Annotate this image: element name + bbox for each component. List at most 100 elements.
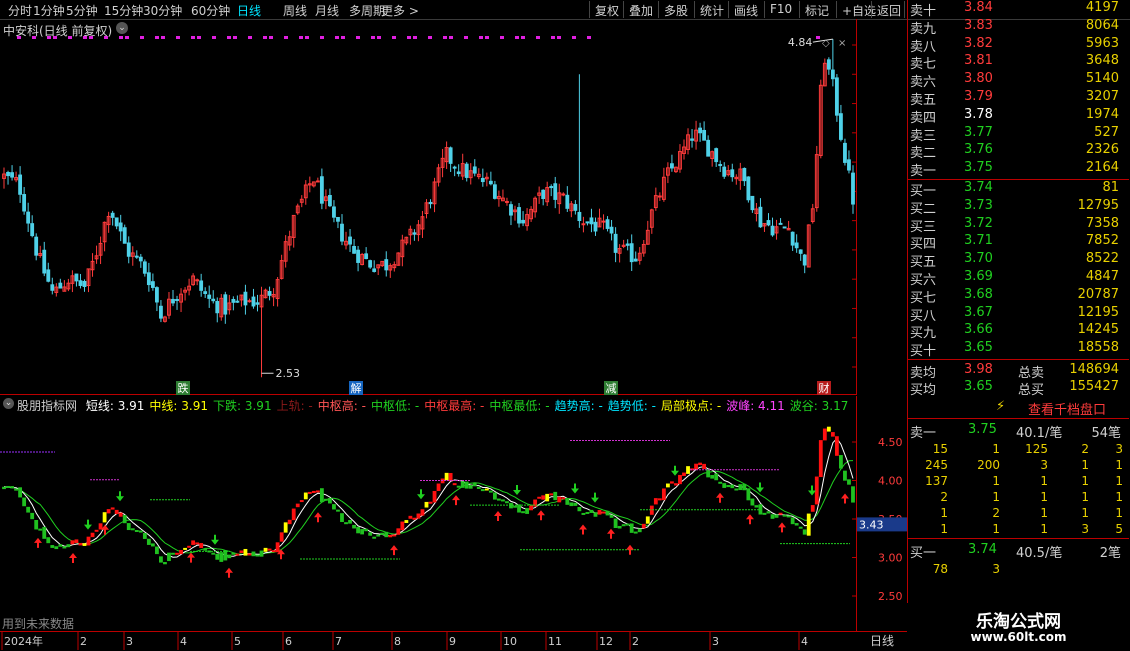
candle-body <box>589 217 594 225</box>
indicator-bar <box>657 498 662 501</box>
candlestick-chart[interactable]: 4.804.604.404.204.003.803.603.403.203.00… <box>0 19 857 395</box>
ind-axis-label: 3.00 <box>878 552 903 565</box>
candle-body <box>633 258 638 262</box>
ask-row[interactable]: 卖六 3.80 5140 <box>908 71 1129 90</box>
chevron-down-icon[interactable]: ⌄ <box>3 398 14 409</box>
chevron-down-icon[interactable]: ⌄ <box>116 22 128 34</box>
toolbar-item-5[interactable]: 60分钟 <box>191 2 230 19</box>
ask-row[interactable]: 卖八 3.82 5963 <box>908 36 1129 55</box>
period-label[interactable]: 日线 <box>857 631 907 650</box>
candle-body <box>766 220 771 226</box>
indicator-panel[interactable]: 4.504.003.503.002.503.43 ⌄ 股朋指标网 短线: 3.9… <box>0 396 907 631</box>
diamond-icon[interactable]: ◇ <box>822 38 830 49</box>
indicator-bar <box>790 517 795 525</box>
candle-body <box>565 194 570 209</box>
ask-row[interactable]: 卖五 3.79 3207 <box>908 89 1129 108</box>
bid-row[interactable]: 买八 3.67 12195 <box>908 305 1129 324</box>
indicator-bar <box>384 531 389 538</box>
ask-row[interactable]: 卖七 3.81 3648 <box>908 53 1129 72</box>
toolbar-item-7[interactable]: 周线 <box>283 2 307 19</box>
event-tag-text: 解 <box>351 381 362 395</box>
signal-dot <box>479 36 483 39</box>
signal-dot <box>341 36 345 39</box>
candle-body <box>509 204 513 216</box>
ask-row[interactable]: 卖三 3.77 527 <box>908 125 1129 144</box>
bid-row[interactable]: 买十 3.65 18558 <box>908 340 1129 359</box>
toolbar-separator <box>764 1 765 18</box>
toolbar-right-item-4[interactable]: 画线 <box>734 2 758 19</box>
indicator-bar <box>336 509 340 512</box>
order-volume: 7852 <box>1085 233 1119 249</box>
indicator-bar <box>726 484 731 488</box>
toolbar-right-item-3[interactable]: 统计 <box>700 2 724 19</box>
indicator-bar <box>488 490 493 493</box>
ask-row[interactable]: 卖二 3.76 2326 <box>908 142 1129 161</box>
buy-arrow-icon <box>716 492 724 503</box>
indicator-bar <box>360 529 365 535</box>
toolbar-item-6[interactable]: 日线 <box>237 2 261 19</box>
order-label: 卖三 <box>910 128 937 144</box>
indicator-bar <box>255 554 260 557</box>
tick-cell: 1 <box>1081 458 1089 472</box>
tick-cell: 1 <box>940 522 948 536</box>
candle-body <box>826 59 831 70</box>
toolbar-right-item-6[interactable]: 标记 <box>805 2 829 19</box>
indicator-bar <box>227 554 232 559</box>
bid-row[interactable]: 买三 3.72 7358 <box>908 216 1129 235</box>
bid-row[interactable]: 买六 3.69 4847 <box>908 269 1129 288</box>
toolbar-item-10[interactable]: 更多 > <box>381 2 419 19</box>
toolbar-item-1[interactable]: 1分钟 <box>33 2 65 19</box>
tick-cell: 3 <box>1115 442 1123 456</box>
ask-row[interactable]: 卖四 3.78 1974 <box>908 107 1129 126</box>
indicator-param-2: 下跌: 3.91 <box>213 399 272 413</box>
toolbar-item-3[interactable]: 15分钟 <box>104 2 143 19</box>
candle-body <box>412 232 417 235</box>
view-depth-button[interactable]: 查看千档盘口 <box>1028 399 1106 418</box>
ask-row[interactable]: 卖九 3.83 8064 <box>908 18 1129 37</box>
indicator-bar <box>368 532 373 536</box>
indicator-bar <box>239 550 244 553</box>
sell1-header: 卖一 3.75 40.1/笔 54笔 <box>908 422 1129 441</box>
tick-cell: 245 <box>925 458 948 472</box>
order-volume: 81 <box>1102 180 1119 195</box>
indicator-bar <box>738 484 743 491</box>
bid-row[interactable]: 买七 3.68 20787 <box>908 287 1129 306</box>
toolbar-item-0[interactable]: 分时 <box>8 2 32 19</box>
buy-arrow-icon <box>314 512 322 523</box>
toolbar-right-item-1[interactable]: 叠加 <box>629 2 653 19</box>
ask-row[interactable]: 卖一 3.75 2164 <box>908 160 1129 179</box>
toolbar-right-item-5[interactable]: F10 <box>770 2 792 16</box>
toolbar-right-item-8[interactable]: 返回 <box>877 2 901 19</box>
bid-row[interactable]: 买一 3.74 81 <box>908 180 1129 199</box>
close-icon[interactable]: × <box>838 38 846 49</box>
date-label: 2 <box>80 635 87 648</box>
toolbar-right-item-0[interactable]: 复权 <box>595 2 619 19</box>
order-label: 卖九 <box>910 21 937 37</box>
bid-row[interactable]: 买四 3.71 7852 <box>908 233 1129 252</box>
tick-cell: 1 <box>1040 522 1048 536</box>
candle-body <box>794 242 799 249</box>
toolbar-item-9[interactable]: 多周期 <box>349 2 385 19</box>
toolbar-item-8[interactable]: 月线 <box>315 2 339 19</box>
candle-body <box>215 301 220 314</box>
indicator-bar <box>416 513 421 519</box>
bid-row[interactable]: 买二 3.73 12795 <box>908 198 1129 217</box>
order-label: 卖四 <box>910 110 937 126</box>
indicator-bar <box>782 514 787 517</box>
date-label: 7 <box>335 635 342 648</box>
ask-row[interactable]: 卖十 3.84 4197 <box>908 0 1129 19</box>
toolbar-right-item-2[interactable]: 多股 <box>664 2 688 19</box>
date-label: 4 <box>180 635 187 648</box>
bid-row[interactable]: 买五 3.70 8522 <box>908 251 1129 270</box>
candle-body <box>830 69 835 80</box>
toolbar-item-4[interactable]: 30分钟 <box>143 2 182 19</box>
sell-arrow-icon <box>116 491 124 502</box>
candle-body <box>352 246 356 254</box>
lightning-icon: ⚡ <box>996 399 1006 414</box>
toolbar-item-2[interactable]: 5分钟 <box>66 2 98 19</box>
indicator-name: 股朋指标网 <box>17 399 78 413</box>
indicator-bar <box>460 481 465 488</box>
bid-row[interactable]: 买九 3.66 14245 <box>908 322 1129 341</box>
tick-cell: 125 <box>1025 442 1048 456</box>
toolbar-separator <box>904 1 905 18</box>
